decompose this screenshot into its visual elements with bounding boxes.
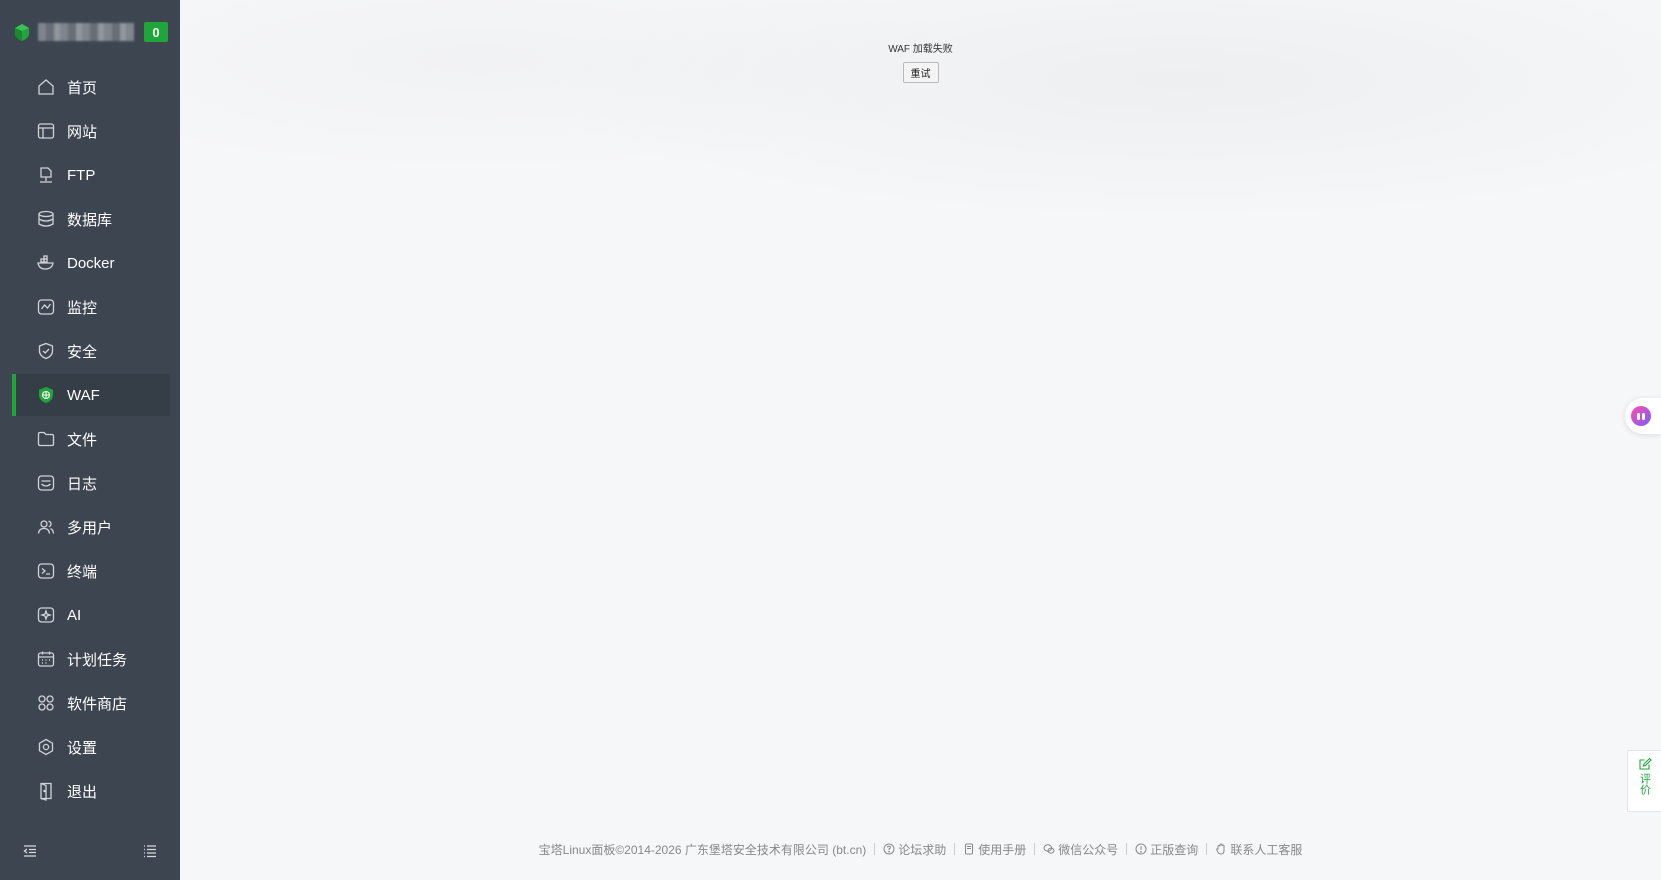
sidebar-item-logout[interactable]: 退出 [12,770,170,812]
brand-row: 0 [0,0,180,64]
notification-badge[interactable]: 0 [144,22,168,42]
sidebar: 0 首页 网站 FTP 数据库 Docker 监控 安全 WAF 文件 日志 多… [0,0,180,880]
footer-link-label: 微信公众号 [1058,842,1119,857]
sidebar-item-label: 软件商店 [67,695,128,713]
sidebar-item-home[interactable]: 首页 [12,66,170,108]
footer-link-label: 使用手册 [978,842,1027,857]
sidebar-item-cron[interactable]: 计划任务 [12,638,170,680]
footer-link-manual[interactable]: 使用手册 [963,841,1026,858]
sidebar-item-label: 文件 [67,431,98,449]
folder-icon [36,429,56,449]
footer-link-label: 论坛求助 [898,842,947,857]
footer-link-license[interactable]: 正版查询 [1135,841,1198,858]
logout-icon [36,781,56,801]
sidebar-item-website[interactable]: 网站 [12,110,170,152]
sidebar-bottom-bar [0,826,180,880]
feedback-tab[interactable]: 评价 [1627,750,1661,812]
shield-icon [36,341,56,361]
help-circle-icon [883,843,895,855]
database-icon [36,209,56,229]
footer-link-forum[interactable]: 论坛求助 [883,841,946,858]
hand-icon [1216,843,1225,855]
sidebar-item-label: 日志 [67,475,98,493]
footer-link-support[interactable]: 联系人工客服 [1215,841,1302,858]
sidebar-item-label: 监控 [67,299,98,317]
footer-copyright: 宝塔Linux面板©2014-2026 广东堡塔安全技术有限公司 (bt.cn) [538,842,867,857]
ai-assistant-icon [1631,406,1651,426]
sidebar-item-label: 退出 [67,783,98,801]
sidebar-item-waf[interactable]: WAF [12,374,170,416]
ai-assistant-button[interactable] [1625,398,1661,434]
sidebar-item-store[interactable]: 软件商店 [12,682,170,724]
edit-icon [1638,757,1652,770]
info-circle-icon [1135,843,1147,855]
ftp-icon [36,165,56,185]
home-icon [36,77,56,97]
sidebar-item-docker[interactable]: Docker [12,242,170,284]
bt-logo-icon [12,22,32,42]
sidebar-item-label: 网站 [67,123,98,141]
wechat-icon [1043,844,1055,854]
main-content: WAF 加载失败 重试 宝塔Linux面板©2014-2026 广东堡塔安全技术… [180,0,1661,880]
website-icon [36,121,56,141]
sidebar-item-monitor[interactable]: 监控 [12,286,170,328]
retry-button[interactable]: 重试 [902,62,939,83]
waf-icon [36,385,56,405]
sidebar-item-security[interactable]: 安全 [12,330,170,372]
docker-icon [36,253,56,273]
settings-icon [36,737,56,757]
ai-icon [36,605,56,625]
sidebar-item-label: 安全 [67,343,98,361]
apps-icon [36,693,56,713]
sidebar-item-label: FTP [67,166,96,184]
calendar-icon [36,649,56,669]
sidebar-item-label: 终端 [67,563,98,581]
footer-divider [874,843,876,855]
footer-divider [954,843,956,855]
sidebar-item-ftp[interactable]: FTP [12,154,170,196]
feedback-label: 评价 [1638,773,1651,795]
sidebar-item-files[interactable]: 文件 [12,418,170,460]
footer-divider [1206,843,1208,855]
sidebar-item-label: Docker [67,254,115,272]
footer-divider [1034,843,1036,855]
error-message: WAF 加载失败 [888,44,953,55]
book-icon [965,843,974,855]
sidebar-item-ai[interactable]: AI [12,594,170,636]
sidebar-item-label: AI [67,606,82,624]
footer-link-wechat[interactable]: 微信公众号 [1043,841,1118,858]
sidebar-item-settings[interactable]: 设置 [12,726,170,768]
sidebar-item-label: 设置 [67,739,98,757]
load-error-panel: WAF 加载失败 重试 [180,40,1661,83]
footer-divider [1126,843,1128,855]
footer: 宝塔Linux面板©2014-2026 广东堡塔安全技术有限公司 (bt.cn)… [180,838,1661,860]
collapse-sidebar-icon[interactable] [22,843,38,864]
sidebar-item-database[interactable]: 数据库 [12,198,170,240]
sidebar-menu: 首页 网站 FTP 数据库 Docker 监控 安全 WAF 文件 日志 多用户… [0,66,180,812]
monitor-icon [36,297,56,317]
footer-link-label: 正版查询 [1150,842,1199,857]
sidebar-item-label: 多用户 [67,519,113,537]
log-icon [36,473,56,493]
sidebar-item-label: WAF [67,386,100,404]
sidebar-item-label: 数据库 [67,211,113,229]
server-name-blurred [38,23,134,41]
sidebar-item-users[interactable]: 多用户 [12,506,170,548]
users-icon [36,517,56,537]
sidebar-item-label: 首页 [67,79,98,97]
sidebar-item-logs[interactable]: 日志 [12,462,170,504]
sidebar-item-label: 计划任务 [67,651,128,669]
footer-link-label: 联系人工客服 [1230,842,1303,857]
menu-list-icon[interactable] [142,843,158,864]
sidebar-item-terminal[interactable]: 终端 [12,550,170,592]
terminal-icon [36,561,56,581]
